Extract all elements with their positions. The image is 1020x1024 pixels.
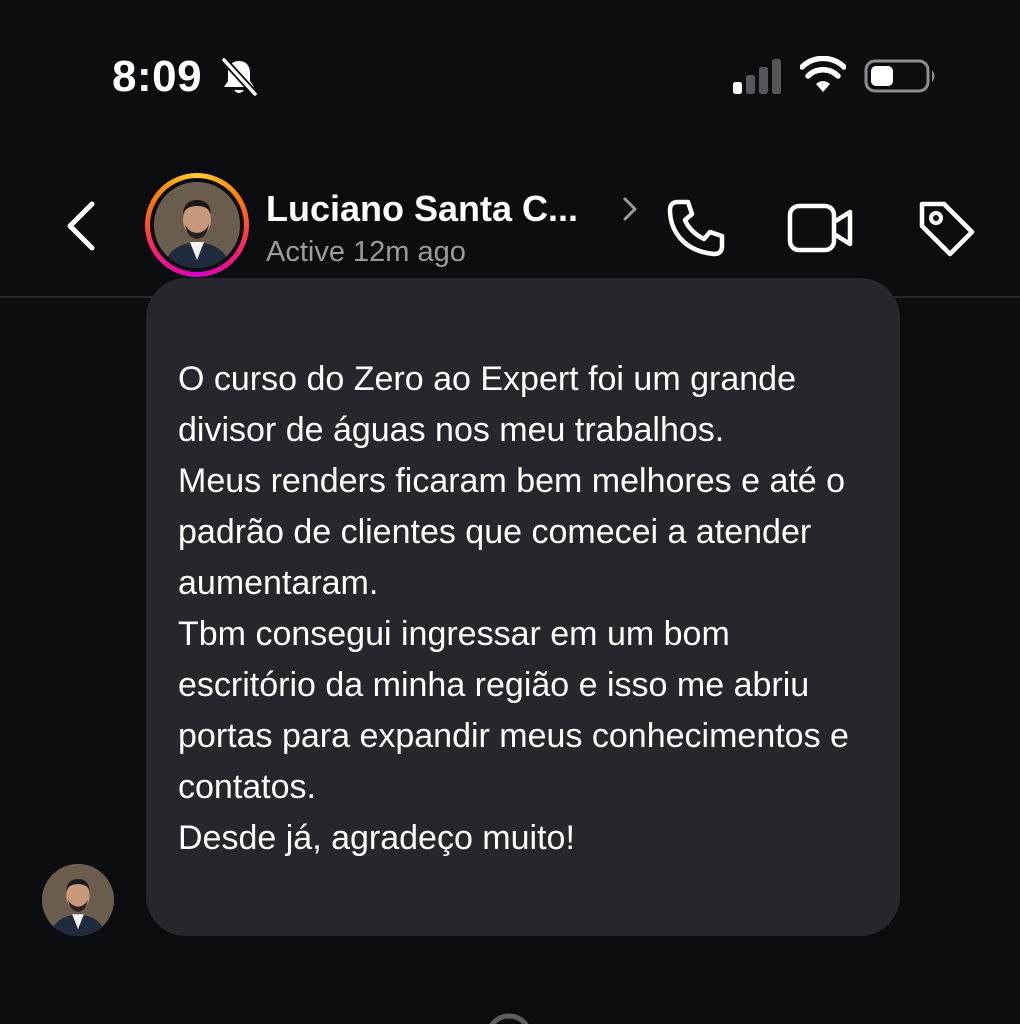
person-silhouette-icon (42, 864, 114, 936)
status-time: 8:09 (112, 52, 203, 101)
sender-avatar[interactable] (42, 864, 114, 936)
contact-avatar[interactable] (145, 173, 249, 277)
video-camera-icon[interactable] (786, 200, 854, 256)
tag-icon[interactable] (914, 196, 978, 260)
contact-active-status: Active 12m ago (266, 236, 466, 268)
status-bar: 8:09 (0, 0, 1020, 140)
wifi-icon (800, 56, 846, 92)
message-paragraph: O curso do Zero ao Expert foi um grande … (178, 360, 796, 449)
received-message-bubble[interactable]: O curso do Zero ao Expert foi um grande … (146, 278, 900, 936)
instagram-dm-screen: 8:09 Luciano Santa C... Active 12m ago O… (0, 0, 1020, 1024)
message-paragraph: Tbm consegui ingressar em um bom escritó… (178, 615, 849, 806)
bell-slash-icon (220, 56, 259, 98)
chat-header: Luciano Santa C... Active 12m ago (0, 150, 1020, 298)
battery-icon (864, 59, 935, 93)
person-silhouette-icon (154, 182, 240, 268)
message-thread: O curso do Zero ao Expert foi um grande … (0, 278, 1020, 1024)
message-paragraph: Meus renders ficaram bem melhores e até … (178, 462, 846, 602)
phone-icon[interactable] (664, 196, 728, 260)
avatar-photo (154, 182, 240, 268)
message-paragraph: Desde já, agradeço muito! (178, 819, 575, 857)
loading-spinner-icon (489, 1013, 529, 1024)
cellular-signal-icon (733, 59, 781, 94)
avatar-ring-gap (150, 178, 244, 272)
contact-name[interactable]: Luciano Santa C... (266, 188, 578, 230)
back-chevron-icon[interactable] (60, 198, 106, 254)
chevron-right-icon[interactable] (618, 194, 642, 224)
